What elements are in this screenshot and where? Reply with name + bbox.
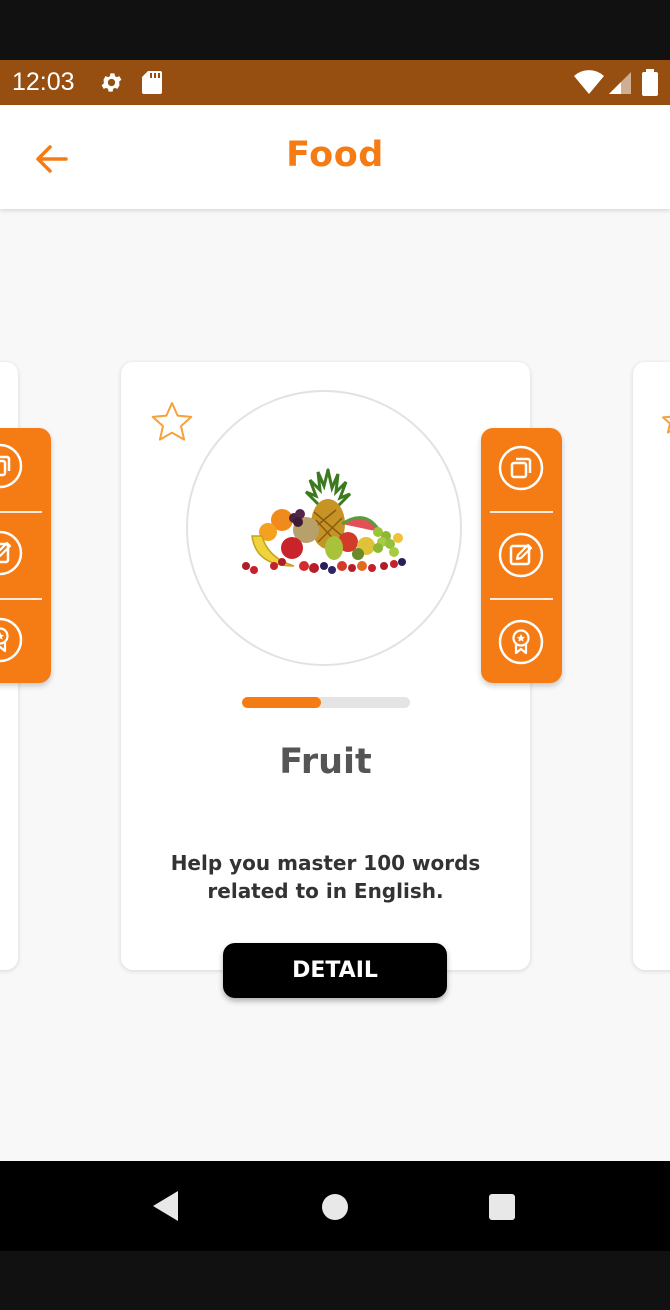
page-title: Food: [286, 135, 384, 175]
home-circle-icon[interactable]: [320, 1192, 350, 1222]
card-title: Fruit: [279, 742, 372, 782]
next-card[interactable]: [633, 362, 670, 970]
back-triangle-icon[interactable]: [150, 1189, 182, 1223]
progress-fill: [242, 697, 321, 708]
system-nav-bar: [0, 1161, 670, 1251]
panel-divider: [490, 598, 553, 600]
learning-progress-bar: [242, 697, 410, 708]
star-outline-icon[interactable]: [149, 400, 195, 446]
battery-icon: [642, 69, 658, 96]
panel-divider: [0, 511, 42, 513]
edit-icon[interactable]: [0, 529, 24, 577]
status-bar: 12:03: [0, 60, 670, 105]
previous-card-side-panel: [0, 428, 51, 683]
fruit-pile-image: [242, 468, 406, 574]
status-time: 12:03: [12, 68, 75, 96]
sd-card-icon: [142, 71, 162, 94]
award-icon[interactable]: [0, 616, 24, 664]
signal-icon: [609, 72, 631, 94]
category-card[interactable]: Fruit Help you master 100 words related …: [121, 362, 530, 970]
edit-icon[interactable]: [497, 531, 545, 579]
panel-divider: [490, 511, 553, 513]
category-image-frame: [186, 390, 462, 666]
card-description: Help you master 100 words related to in …: [170, 851, 481, 903]
top-margin: [0, 0, 670, 60]
flashcards-icon[interactable]: [0, 442, 24, 490]
card-carousel[interactable]: Fruit Help you master 100 words related …: [0, 209, 670, 1161]
flashcards-icon[interactable]: [497, 444, 545, 492]
award-icon[interactable]: [497, 618, 545, 666]
app-bar: Food: [0, 105, 670, 209]
bottom-margin: [0, 1251, 670, 1310]
gear-icon: [101, 73, 122, 92]
card-side-panel: [481, 428, 562, 683]
wifi-icon: [574, 70, 604, 94]
recents-square-icon[interactable]: [487, 1192, 517, 1222]
panel-divider: [0, 598, 42, 600]
detail-button[interactable]: DETAIL: [223, 943, 447, 998]
star-outline-icon: [662, 415, 670, 434]
